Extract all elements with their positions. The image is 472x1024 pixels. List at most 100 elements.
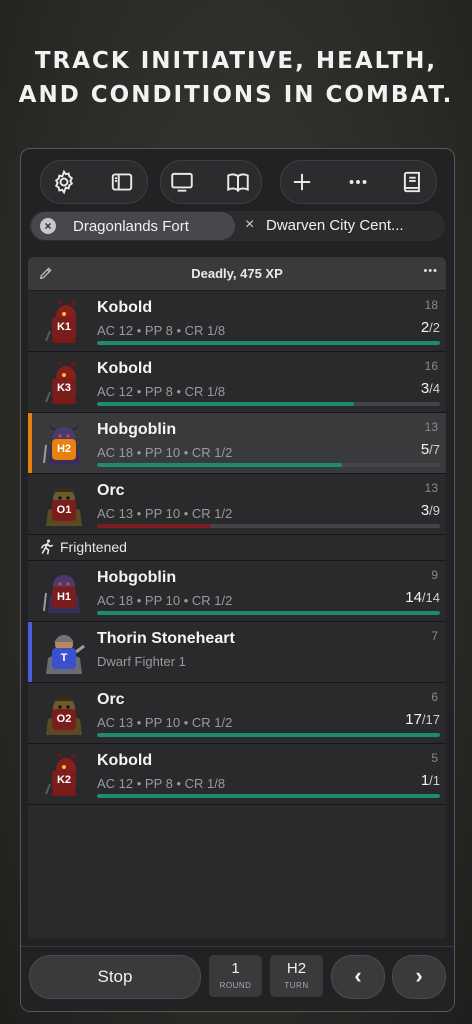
combatant-stats: Dwarf Fighter 1 xyxy=(97,654,186,669)
headline-line-2: AND CONDITIONS IN COMBAT. xyxy=(18,82,454,108)
condition-row[interactable]: Frightened xyxy=(28,535,446,561)
combatant-name: Orc xyxy=(97,482,125,499)
initiative-value: 9 xyxy=(431,568,438,582)
health-bar xyxy=(97,524,440,528)
combatant-name: Orc xyxy=(97,691,125,708)
combatant-row[interactable]: K2 Kobold AC 12 • PP 8 • CR 1/8 5 1/1 xyxy=(28,744,446,805)
health-bar-fill xyxy=(97,794,440,798)
condition-label: Frightened xyxy=(60,539,127,555)
round-value: 1 xyxy=(231,960,240,977)
combatant-row[interactable]: H2 Hobgoblin AC 18 • PP 10 • CR 1/2 13 5/7 xyxy=(28,413,446,474)
initiative-value: 6 xyxy=(431,690,438,704)
combatant-tag: O2 xyxy=(52,709,76,730)
running-figure-icon xyxy=(38,538,56,561)
combatant-row[interactable]: O2 Orc AC 13 • PP 10 • CR 1/2 6 17/17 xyxy=(28,683,446,744)
combatant-stats: AC 12 • PP 8 • CR 1/8 xyxy=(97,776,226,791)
initiative-value: 7 xyxy=(431,629,438,643)
combatant-stats: AC 12 • PP 8 • CR 1/8 xyxy=(97,323,226,338)
turn-indicator xyxy=(28,622,32,682)
current-hp: 3 xyxy=(420,380,430,397)
combat-controls: Stop 1 ROUND H2 TURN ‹ › xyxy=(21,946,454,1011)
combatant-stats: AC 13 • PP 10 • CR 1/2 xyxy=(97,715,233,730)
toolbar-group-left xyxy=(40,160,148,204)
initiative-list: Deadly, 475 XP ••• K1 Kobold AC 12 • PP 8 … xyxy=(28,257,446,939)
hit-points[interactable]: 5/7 xyxy=(421,441,440,458)
current-hp: 1 xyxy=(420,772,430,789)
gear-icon[interactable] xyxy=(43,161,85,203)
max-hp: /17 xyxy=(421,712,440,727)
health-bar xyxy=(97,733,440,737)
initiative-value: 13 xyxy=(424,481,438,495)
hit-points[interactable]: 1/1 xyxy=(421,772,440,789)
combatant-stats: AC 13 • PP 10 • CR 1/2 xyxy=(97,506,233,521)
combatant-row[interactable]: K3 Kobold AC 12 • PP 8 • CR 1/8 16 3/4 xyxy=(28,352,446,413)
combatant-name: Kobold xyxy=(97,299,153,316)
combatant-tag: K1 xyxy=(52,317,76,338)
health-bar-fill xyxy=(97,463,342,467)
max-hp: /4 xyxy=(429,381,440,396)
monitor-icon[interactable] xyxy=(161,161,203,203)
stop-button[interactable]: Stop xyxy=(29,955,201,999)
current-hp: 17 xyxy=(405,711,422,728)
encounter-tabs: × Dragonlands Fort × Dwarven City Cent..… xyxy=(29,211,445,241)
sidebar-icon[interactable] xyxy=(101,161,143,203)
previous-turn-button[interactable]: ‹ xyxy=(331,955,385,999)
health-bar xyxy=(97,611,440,615)
max-hp: /14 xyxy=(421,590,440,605)
plus-icon[interactable] xyxy=(281,161,323,203)
book-open-icon[interactable] xyxy=(217,161,259,203)
encounter-difficulty: Deadly, 475 XP xyxy=(191,266,283,281)
round-counter[interactable]: 1 ROUND xyxy=(209,955,262,997)
next-turn-button[interactable]: › xyxy=(392,955,446,999)
health-bar xyxy=(97,794,440,798)
hit-points[interactable]: 3/9 xyxy=(421,502,440,519)
combatant-name: Kobold xyxy=(97,360,153,377)
hit-points[interactable]: 17/17 xyxy=(405,711,440,728)
health-bar-fill xyxy=(97,524,212,528)
max-hp: /7 xyxy=(429,442,440,457)
health-bar-fill xyxy=(97,611,440,615)
combatant-name: Hobgoblin xyxy=(97,569,177,586)
encounter-header: Deadly, 475 XP ••• xyxy=(28,257,446,291)
hit-points[interactable]: 3/4 xyxy=(421,380,440,397)
app-window: × Dragonlands Fort × Dwarven City Cent..… xyxy=(20,148,455,1012)
health-bar-fill xyxy=(97,402,355,406)
combatant-row[interactable]: O1 Orc AC 13 • PP 10 • CR 1/2 13 3/9 xyxy=(28,474,446,535)
combatant-stats: AC 18 • PP 10 • CR 1/2 xyxy=(97,445,233,460)
combatant-name: Hobgoblin xyxy=(97,421,177,438)
book-icon[interactable] xyxy=(392,161,434,203)
combatant-tag: H1 xyxy=(52,587,76,608)
max-hp: /2 xyxy=(429,320,440,335)
close-tab-icon[interactable]: × xyxy=(245,216,254,234)
tab-dragonlands-fort[interactable]: × Dragonlands Fort xyxy=(31,212,235,240)
health-bar xyxy=(97,341,440,345)
combatant-name: Kobold xyxy=(97,752,153,769)
headline-line-1: TRACK INITIATIVE, HEALTH, xyxy=(34,48,438,74)
toolbar-group-right xyxy=(280,160,437,204)
close-tab-icon[interactable]: × xyxy=(40,218,56,234)
headline: TRACK INITIATIVE, HEALTH, AND CONDITIONS… xyxy=(0,44,472,112)
initiative-value: 13 xyxy=(424,420,438,434)
combatant-row[interactable]: H1 Hobgoblin AC 18 • PP 10 • CR 1/2 9 14/14 xyxy=(28,561,446,622)
hit-points[interactable]: 2/2 xyxy=(421,319,440,336)
tab-label: Dwarven City Cent... xyxy=(266,217,404,234)
tab-label: Dragonlands Fort xyxy=(73,218,189,235)
combatant-tag: T xyxy=(52,648,76,669)
turn-counter[interactable]: H2 TURN xyxy=(270,955,323,997)
toolbar-group-middle xyxy=(160,160,262,204)
health-bar xyxy=(97,463,440,467)
current-hp: 3 xyxy=(420,502,430,519)
ellipsis-icon[interactable] xyxy=(337,161,379,203)
initiative-value: 18 xyxy=(424,298,438,312)
more-options-icon[interactable]: ••• xyxy=(423,265,438,277)
max-hp: /1 xyxy=(429,773,440,788)
combatant-row[interactable]: T Thorin Stoneheart Dwarf Fighter 1 7 xyxy=(28,622,446,683)
combatant-tag: H2 xyxy=(52,439,76,460)
turn-label: TURN xyxy=(284,981,309,990)
combatant-stats: AC 18 • PP 10 • CR 1/2 xyxy=(97,593,233,608)
combatant-stats: AC 12 • PP 8 • CR 1/8 xyxy=(97,384,226,399)
combatant-row[interactable]: K1 Kobold AC 12 • PP 8 • CR 1/8 18 2/2 xyxy=(28,291,446,352)
hit-points[interactable]: 14/14 xyxy=(405,589,440,606)
combatant-tag: K3 xyxy=(52,378,76,399)
current-hp: 5 xyxy=(420,441,430,458)
